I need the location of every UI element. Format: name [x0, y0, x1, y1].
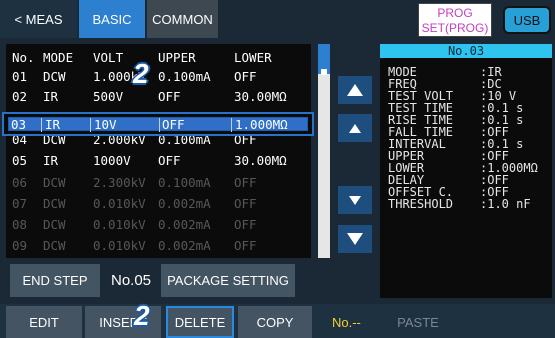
cell-no: 01 — [12, 69, 28, 84]
header-volt: VOLT — [93, 50, 124, 65]
scrollbar-thumb-marker — [321, 69, 327, 75]
table-row[interactable]: 01 DCW 1.000kV 0.100mA OFF — [6, 68, 311, 87]
cell-mode: IR — [43, 89, 59, 104]
cell-divider — [159, 118, 160, 132]
table-row[interactable]: 09 DCW 0.010kV 0.002mA OFF — [6, 237, 311, 256]
cell-divider — [90, 118, 91, 132]
table-row[interactable]: 05 IR 1000V OFF 30.00MΩ — [6, 152, 311, 171]
cell-volt: 0.010kV — [93, 196, 146, 211]
step-down-button[interactable] — [338, 186, 372, 214]
tab-meas[interactable]: < MEAS — [0, 0, 77, 38]
cell-lower: OFF — [234, 217, 257, 232]
tab-basic[interactable]: BASIC — [79, 0, 145, 38]
selected-row-fill: 03 IR 10V OFF 1.000MΩ — [8, 117, 308, 132]
cell-lower: 30.00MΩ — [234, 153, 287, 168]
cell-no: 05 — [12, 153, 28, 168]
step-callout-badge: 2 — [133, 58, 149, 89]
cell-no: 09 — [12, 238, 28, 253]
clipboard-step-number: No.-- — [332, 314, 361, 330]
cell-mode: IR — [43, 153, 59, 168]
cell-volt: 10V — [94, 117, 117, 132]
cell-volt: 1000V — [93, 153, 131, 168]
setprog-label: SET(PROG) — [421, 21, 489, 35]
detail-value: :1.0 nF — [480, 197, 531, 211]
cell-upper: 0.100mA — [158, 69, 211, 84]
table-header: No. MODE VOLT UPPER LOWER — [6, 49, 311, 68]
cell-lower: OFF — [234, 69, 257, 84]
edit-button[interactable]: EDIT — [6, 306, 82, 338]
table-scrollbar[interactable] — [318, 44, 330, 258]
cell-lower: OFF — [234, 175, 257, 190]
cell-upper: 0.002mA — [158, 238, 211, 253]
table-row[interactable]: 06 DCW 2.300kV 0.100mA OFF — [6, 174, 311, 193]
cell-mode: DCW — [43, 238, 66, 253]
cell-lower: OFF — [234, 196, 257, 211]
cell-no: 08 — [12, 217, 28, 232]
table-row[interactable]: 08 DCW 0.010kV 0.002mA OFF — [6, 216, 311, 235]
cell-no: 06 — [12, 175, 28, 190]
cell-upper: OFF — [162, 117, 185, 132]
cell-lower: 30.00MΩ — [234, 89, 287, 104]
cell-no: 07 — [12, 196, 28, 211]
small-triangle-down-icon — [349, 195, 361, 205]
page-down-button[interactable] — [338, 225, 372, 253]
cell-upper: 0.002mA — [158, 196, 211, 211]
step-detail-panel: No.03 MODE:IR FREQ:DC TEST VOLT:10 V TES… — [380, 44, 552, 298]
step-up-button[interactable] — [338, 114, 372, 142]
cell-lower: OFF — [234, 238, 257, 253]
step-detail-title: No.03 — [380, 44, 552, 58]
cell-mode: DCW — [43, 69, 66, 84]
usb-button[interactable]: USB — [503, 6, 551, 34]
cell-lower: 1.000MΩ — [235, 117, 288, 132]
prog-label: PROG — [437, 6, 473, 20]
selected-table-row[interactable]: 03 IR 10V OFF 1.000MΩ — [2, 112, 314, 136]
header-no: No. — [12, 50, 35, 65]
table-row[interactable]: 02 IR 500V OFF 30.00MΩ — [6, 88, 311, 107]
cell-mode: IR — [45, 117, 61, 132]
detail-key: THRESHOLD — [388, 197, 454, 211]
cell-volt: 2.300kV — [93, 175, 146, 190]
header-mode: MODE — [43, 50, 74, 65]
cell-volt: 500V — [93, 89, 124, 104]
cell-no: 03 — [11, 117, 27, 132]
small-triangle-up-icon — [349, 123, 361, 133]
cell-mode: DCW — [43, 175, 66, 190]
cell-no: 02 — [12, 89, 28, 104]
end-step-button[interactable]: END STEP — [10, 264, 100, 297]
page-up-button[interactable] — [338, 76, 372, 104]
cell-upper: OFF — [158, 89, 181, 104]
triangle-down-icon — [347, 233, 363, 245]
cell-mode: DCW — [43, 217, 66, 232]
cell-upper: 0.100mA — [158, 175, 211, 190]
cell-mode: DCW — [43, 196, 66, 211]
cell-volt: 0.010kV — [93, 238, 146, 253]
cell-divider — [41, 118, 42, 132]
tab-common[interactable]: COMMON — [147, 0, 218, 38]
copy-button[interactable]: COPY — [238, 306, 312, 338]
paste-button[interactable]: PASTE — [380, 306, 456, 338]
cell-upper: 0.002mA — [158, 217, 211, 232]
bottom-bar-spacer — [458, 306, 555, 338]
header-upper: UPPER — [158, 50, 196, 65]
step-table: No. MODE VOLT UPPER LOWER 01 DCW 1.000kV… — [6, 44, 311, 258]
cell-divider — [231, 118, 232, 132]
step-callout-badge: 2 — [134, 300, 150, 331]
cell-volt: 0.010kV — [93, 217, 146, 232]
package-setting-button[interactable]: PACKAGE SETTING — [161, 264, 295, 297]
triangle-up-icon — [347, 84, 363, 96]
end-step-value: No.05 — [110, 272, 152, 289]
prog-status: PROG SET(PROG) — [418, 3, 492, 37]
header-lower: LOWER — [234, 50, 272, 65]
table-row[interactable]: 07 DCW 0.010kV 0.002mA OFF — [6, 195, 311, 214]
delete-button[interactable]: DELETE — [166, 306, 234, 338]
cell-upper: OFF — [158, 153, 181, 168]
